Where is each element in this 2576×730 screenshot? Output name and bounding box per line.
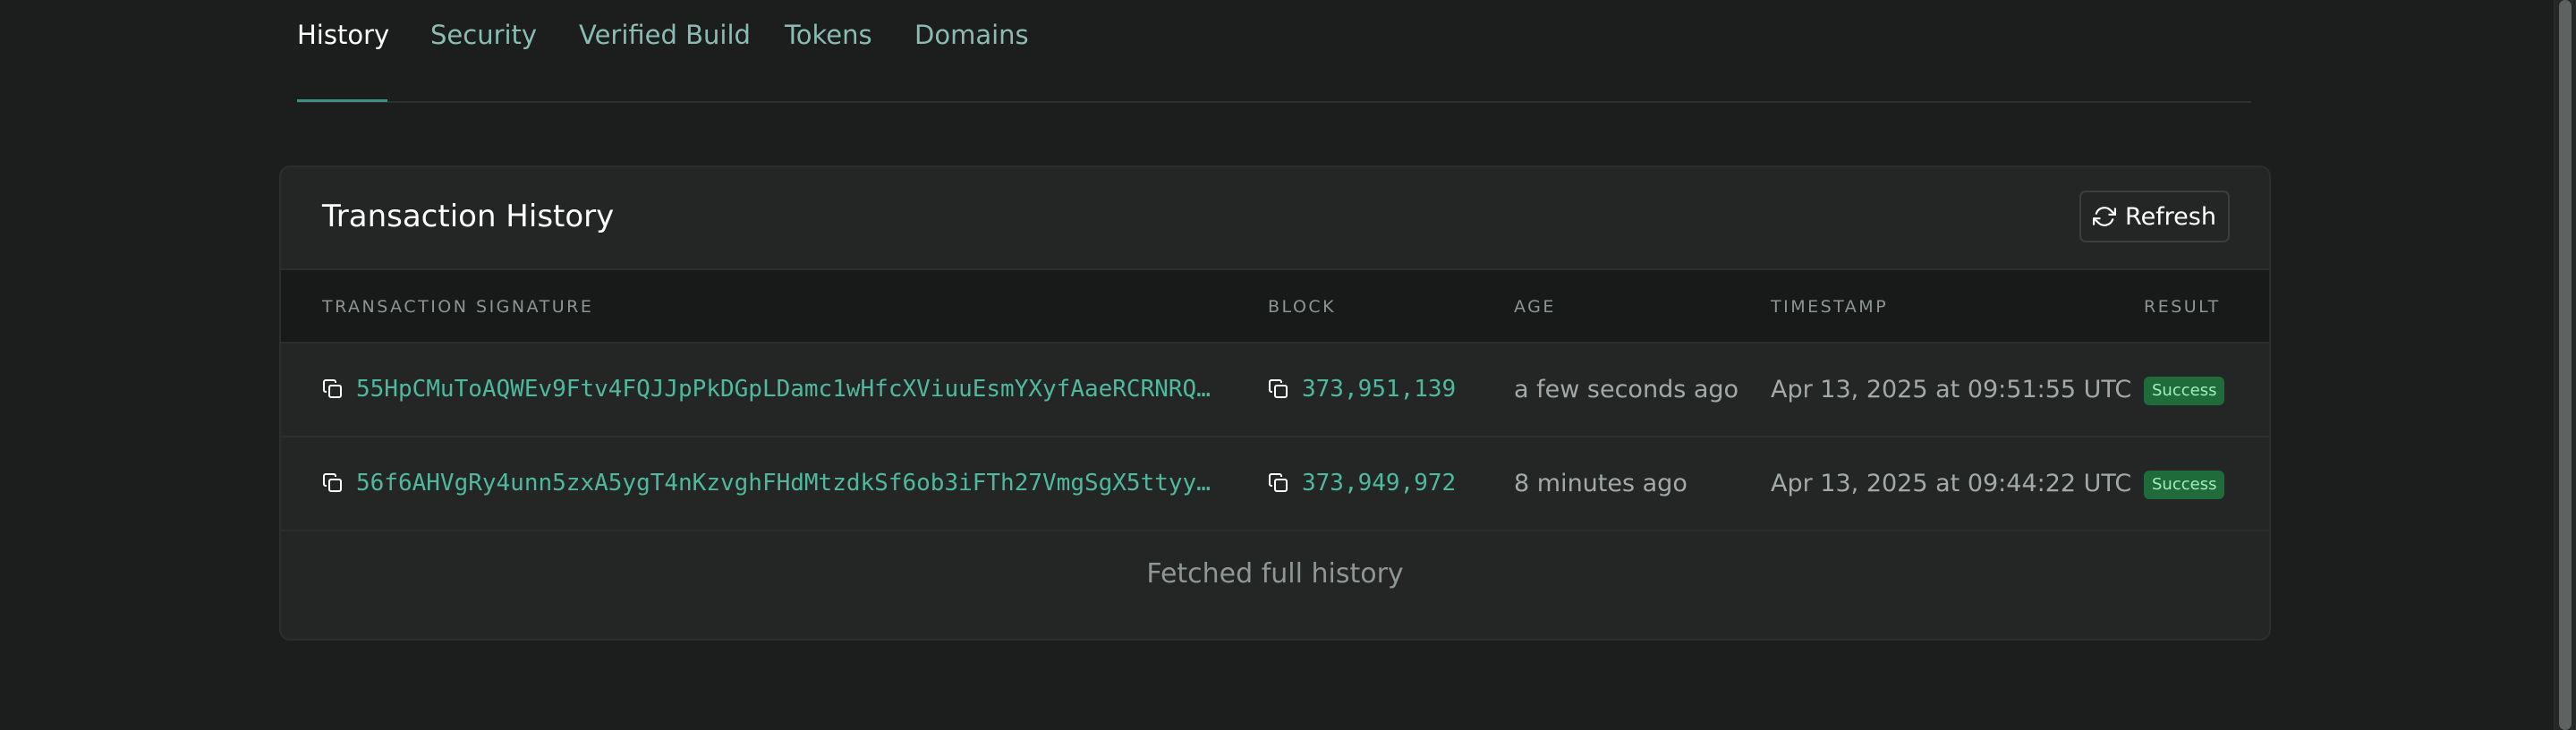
scrollbar-thumb[interactable] xyxy=(2559,0,2572,730)
transaction-history-card: Transaction History Refresh TRANSACTION … xyxy=(279,166,2271,641)
copy-icon[interactable] xyxy=(1268,472,1289,497)
signature-cell: 56f6AHVgRy4unn5zxA5ygT4nKzvghFHdMtzdkSf6… xyxy=(356,470,1215,497)
table-footer: Fetched full history xyxy=(281,531,2269,639)
card-title: Transaction History xyxy=(322,199,615,234)
copy-icon[interactable] xyxy=(1268,378,1289,403)
copy-icon[interactable] xyxy=(322,472,344,497)
column-header-signature: TRANSACTION SIGNATURE xyxy=(322,297,594,317)
tab-history[interactable]: History xyxy=(297,20,389,50)
age-cell: a few seconds ago xyxy=(1514,376,1739,403)
copy-icon[interactable] xyxy=(322,378,344,403)
column-header-block: BLOCK xyxy=(1268,297,1337,317)
tab-bar: History Security Verified Build Tokens D… xyxy=(297,0,2251,103)
refresh-label: Refresh xyxy=(2125,202,2216,231)
refresh-button[interactable]: Refresh xyxy=(2079,191,2230,242)
timestamp-cell: Apr 13, 2025 at 09:44:22 UTC xyxy=(1771,470,2132,497)
status-badge: Success xyxy=(2144,471,2225,499)
table-row: 55HpCMuToAQWEv9Ftv4FQJJpPkDGpLDamc1wHfcX… xyxy=(281,344,2269,437)
refresh-icon xyxy=(2093,205,2117,228)
status-badge: Success xyxy=(2144,377,2225,405)
active-tab-indicator xyxy=(297,99,387,102)
block-link[interactable]: 373,949,972 xyxy=(1302,470,1456,497)
tab-verified-build[interactable]: Verified Build xyxy=(579,20,751,50)
timestamp-cell: Apr 13, 2025 at 09:51:55 UTC xyxy=(1771,376,2132,403)
tab-security[interactable]: Security xyxy=(430,20,537,50)
fetched-history-text: Fetched full history xyxy=(1146,557,1404,590)
column-header-result: RESULT xyxy=(2144,297,2221,317)
page-scrollbar[interactable] xyxy=(2554,0,2576,730)
block-link[interactable]: 373,951,139 xyxy=(1302,376,1456,403)
signature-cell: 55HpCMuToAQWEv9Ftv4FQJJpPkDGpLDamc1wHfcX… xyxy=(356,376,1215,403)
column-header-age: AGE xyxy=(1514,297,1556,317)
transaction-signature-link[interactable]: 55HpCMuToAQWEv9Ftv4FQJJpPkDGpLDamc1wHfcX… xyxy=(356,376,1215,403)
tab-domains[interactable]: Domains xyxy=(914,20,1029,50)
table-header: TRANSACTION SIGNATURE BLOCK AGE TIMESTAM… xyxy=(281,270,2269,344)
age-cell: 8 minutes ago xyxy=(1514,470,1688,497)
transaction-signature-link[interactable]: 56f6AHVgRy4unn5zxA5ygT4nKzvghFHdMtzdkSf6… xyxy=(356,470,1215,497)
card-header: Transaction History Refresh xyxy=(281,167,2269,270)
tab-tokens[interactable]: Tokens xyxy=(785,20,872,50)
column-header-timestamp: TIMESTAMP xyxy=(1771,297,1889,317)
table-row: 56f6AHVgRy4unn5zxA5ygT4nKzvghFHdMtzdkSf6… xyxy=(281,437,2269,531)
